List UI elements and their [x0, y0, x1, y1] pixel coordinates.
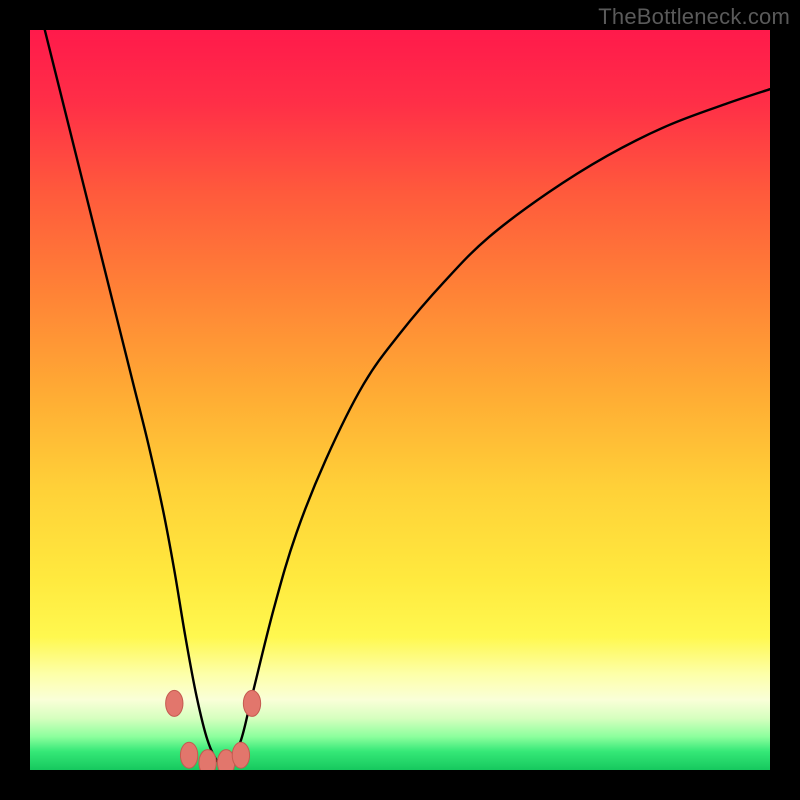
curve-marker [180, 742, 197, 768]
curve-marker [232, 742, 249, 768]
curve-markers [166, 690, 261, 770]
watermark-text: TheBottleneck.com [598, 4, 790, 30]
bottleneck-curve [45, 30, 770, 766]
chart-frame: TheBottleneck.com [0, 0, 800, 800]
curve-marker [199, 750, 216, 770]
curve-marker [166, 690, 183, 716]
plot-area [30, 30, 770, 770]
curve-layer [30, 30, 770, 770]
curve-marker [243, 690, 260, 716]
